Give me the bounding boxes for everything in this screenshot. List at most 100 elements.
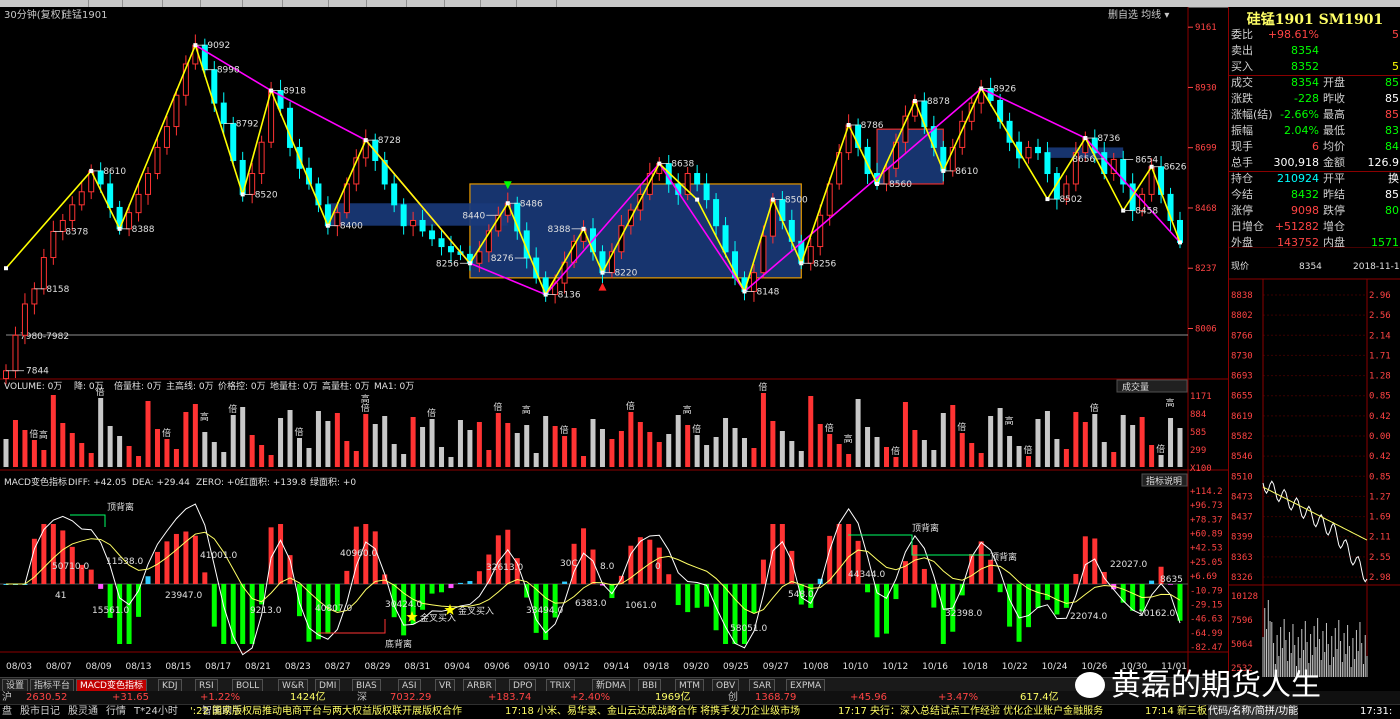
toolbar-button[interactable] xyxy=(520,0,557,7)
macd-value-label: 11538.0 xyxy=(106,557,143,567)
toolbar-button[interactable] xyxy=(370,0,407,7)
macd-histogram-bar xyxy=(202,572,208,584)
intraday-pct-label: 2.56 xyxy=(1369,311,1391,321)
quote-label: 买入 xyxy=(1231,60,1253,73)
volume-bar xyxy=(647,432,653,467)
toolbar-button[interactable] xyxy=(332,0,367,7)
index-status-item: +2.40% xyxy=(570,692,611,703)
macd-histogram-bar xyxy=(1044,584,1050,600)
index-status-item: +1.22% xyxy=(200,692,241,703)
pivot-price-label: 8792 xyxy=(236,119,259,129)
news-nav-link[interactable]: 股灵通 xyxy=(68,705,98,719)
macd-value-label: 10162.0 xyxy=(1138,609,1175,619)
now-label: 现价 xyxy=(1231,261,1249,272)
volume-marker-double: 倍 xyxy=(626,400,635,412)
macd-zero: ZERO: +0 xyxy=(196,478,240,488)
toolbar-button[interactable] xyxy=(448,0,481,7)
macd-histogram-bar xyxy=(192,535,198,584)
code-search-input[interactable]: 代码/名称/简拼/功能 xyxy=(1208,705,1299,719)
macd-histogram-bar xyxy=(770,524,776,584)
macd-histogram-bar xyxy=(164,541,170,584)
index-status-item: +31.65 xyxy=(112,692,150,703)
macd-axis-label: +6.69 xyxy=(1190,572,1217,582)
quote-value-right: 85 xyxy=(1385,188,1399,201)
toolbar-button[interactable] xyxy=(246,0,283,7)
news-nav-link[interactable]: 行情 xyxy=(106,705,126,719)
pivot-price-label: 8926 xyxy=(993,84,1016,94)
pivot-price-label: 8786 xyxy=(861,121,884,131)
index-status-item: 沪 xyxy=(2,692,12,703)
news-headline[interactable]: 17:18 小米、易华录、金山云达成战略合作 将携手发力企业级市场 xyxy=(505,705,800,719)
volume-bar xyxy=(789,441,795,467)
macd-value-label: 40960.0 xyxy=(340,549,377,559)
quote-label-right: 开盘 xyxy=(1323,76,1345,89)
news-headline[interactable]: ':22 国家版权局推动电商平台与两大权益版权联开展版权合作 xyxy=(190,705,462,719)
volume-bar xyxy=(401,454,407,467)
quote-label: 涨跌 xyxy=(1231,92,1253,105)
volume-bar xyxy=(476,422,482,467)
intraday-chart[interactable]: 现价 8354 2018-11-12 8838 2.96 8802 2.56 8766 2.14… xyxy=(1229,247,1400,677)
volume-marker-high: 高 xyxy=(683,404,692,416)
toolbar-button[interactable] xyxy=(204,0,243,7)
macd-histogram-bar xyxy=(884,584,889,634)
macd-histogram-bar xyxy=(306,584,312,642)
volume-bar xyxy=(363,414,369,467)
watermark: 黄磊的期货人生 xyxy=(1075,660,1395,704)
volume-bar xyxy=(827,434,833,467)
pivot-price-label: 8256 xyxy=(436,259,459,269)
volume-bar xyxy=(552,426,558,467)
volume-bar xyxy=(675,415,681,467)
toolbar-button[interactable] xyxy=(92,0,123,7)
quote-label: 总手 xyxy=(1231,156,1253,169)
quote-label-right: 最低 xyxy=(1323,124,1345,137)
intraday-price-label: 8619 xyxy=(1231,412,1253,422)
intraday-pct-label: 0.85 xyxy=(1369,392,1391,402)
volume-bar xyxy=(117,436,123,467)
news-headline[interactable]: 17:17 央行：深入总结试点工作经验 优化企业账户金融服务 xyxy=(838,705,1103,719)
intraday-pct-label: 0.42 xyxy=(1369,412,1391,422)
pivot-price-label: 8654 xyxy=(1135,155,1158,165)
volume-bar xyxy=(798,451,804,467)
news-nav-link[interactable]: 盘 xyxy=(2,705,12,719)
candle-body xyxy=(220,102,227,124)
macd-histogram-bar xyxy=(704,584,710,607)
macd-value-label: 50710.0 xyxy=(52,562,89,572)
quote-row: 现手 6 均价 84 xyxy=(1229,139,1400,155)
volume-legend-item: VOLUME: 0万 xyxy=(4,382,62,392)
toolbar-button[interactable] xyxy=(126,0,163,7)
pivot-price-label: 8626 xyxy=(1164,163,1187,173)
news-nav-link[interactable]: T*24小时 xyxy=(134,705,178,719)
date-axis-label: 09/14 xyxy=(603,662,629,672)
volume-bar xyxy=(334,413,340,467)
price-axis-label: 8699 xyxy=(1195,144,1217,154)
toolbar-button[interactable] xyxy=(166,0,201,7)
volume-bar xyxy=(514,433,520,467)
intraday-pct-label: 1.27 xyxy=(1369,492,1391,502)
news-nav-link[interactable]: 股市日记 xyxy=(20,705,60,719)
index-status-item: 创 xyxy=(728,692,738,703)
toolbar-button[interactable] xyxy=(484,0,517,7)
toolbar-button[interactable] xyxy=(286,0,329,7)
toolbar-button[interactable] xyxy=(60,0,89,7)
candle-body xyxy=(410,219,417,227)
volume-bar xyxy=(865,427,871,467)
quote-row: 振幅 2.04% 最低 83 xyxy=(1229,123,1400,139)
macd-histogram-bar xyxy=(1007,584,1013,627)
toolbar-button[interactable] xyxy=(410,0,445,7)
volume-bar xyxy=(685,425,691,467)
intraday-pct-label: 0.42 xyxy=(1369,452,1391,462)
quote-row: 买入 8352 5 xyxy=(1229,59,1400,75)
intraday-price-label: 8546 xyxy=(1231,452,1253,462)
news-headline[interactable]: 17:14 新三板 xyxy=(1145,705,1207,719)
macd-histogram-bar xyxy=(1035,584,1041,609)
intraday-price-label: 8437 xyxy=(1231,513,1253,523)
macd-value-label: 9213.0 xyxy=(250,606,282,616)
kline-chart-area[interactable]: 30分钟(复权) 硅锰1901 删自选 均线 ▾ 9161 8930 8699 8468 82… xyxy=(0,7,1228,677)
quote-label-right: 金额 xyxy=(1323,156,1345,169)
macd-histogram-bar xyxy=(278,524,284,584)
volume-bar xyxy=(344,441,350,467)
pivot-price-label: 8878 xyxy=(927,97,950,107)
chart-canvas[interactable]: 30分钟(复权)硅锰1901 删自选 均线 ▾ 9161 8930 8699 8468 82… xyxy=(0,7,1228,677)
macd-value-label: 15561.0 xyxy=(92,606,129,616)
macd-histogram-bar xyxy=(211,584,217,627)
